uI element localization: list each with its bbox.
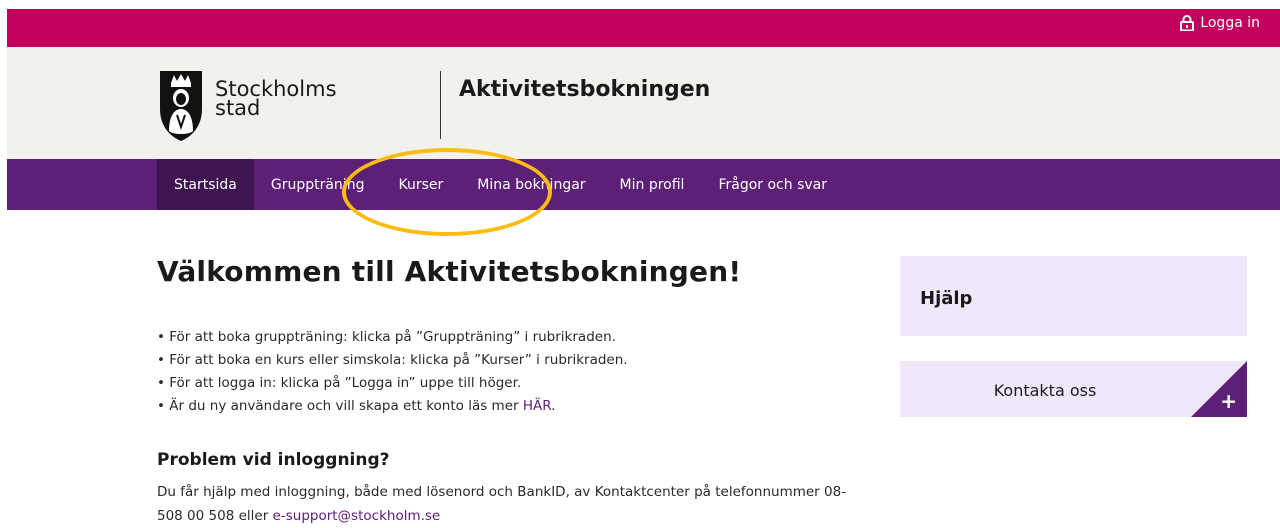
help-title: Hjälp <box>920 288 973 309</box>
nav-item-startsida[interactable]: Startsida <box>157 159 254 210</box>
header-divider <box>440 71 441 139</box>
contact-us-label: Kontakta oss <box>993 381 1097 400</box>
lock-icon <box>1180 15 1195 31</box>
nav-item-fragor-och-svar[interactable]: Frågor och svar <box>701 159 844 210</box>
problem-description: Du får hjälp med inloggning, både med lö… <box>157 484 847 524</box>
contact-corner-decoration <box>1191 361 1247 417</box>
instruction-list: För att boka gruppträning: klicka på ”Gr… <box>157 326 857 418</box>
logo-text-line2: stad <box>215 96 261 120</box>
new-user-text: Är du ny användare och vill skapa ett ko… <box>169 398 523 414</box>
page-title: Välkommen till Aktivitetsbokningen! <box>157 255 742 288</box>
nav-list: Startsida Gruppträning Kurser Mina bokni… <box>157 159 844 210</box>
problem-heading: Problem vid inloggning? <box>157 450 390 470</box>
here-link[interactable]: HÄR <box>523 398 551 414</box>
new-user-text-end: . <box>551 398 556 414</box>
plus-icon: + <box>1220 389 1237 413</box>
stockholm-logo[interactable]: Stockholms stad <box>157 69 337 143</box>
site-title: Aktivitetsbokningen <box>459 77 711 102</box>
main-content: Välkommen till Aktivitetsbokningen! För … <box>157 255 857 528</box>
nav-item-mina-bokningar[interactable]: Mina bokningar <box>460 159 602 210</box>
nav-item-min-profil[interactable]: Min profil <box>603 159 702 210</box>
main-navigation: Startsida Gruppträning Kurser Mina bokni… <box>7 159 1280 210</box>
instruction-item: För att boka gruppträning: klicka på ”Gr… <box>157 326 857 349</box>
contact-us-button[interactable]: Kontakta oss + <box>900 361 1247 417</box>
instruction-item-new-user: Är du ny användare och vill skapa ett ko… <box>157 395 857 418</box>
site-header: Stockholms stad Aktivitetsbokningen <box>7 47 1280 159</box>
login-link[interactable]: Logga in <box>1180 9 1260 37</box>
top-utility-bar: Logga in <box>7 9 1280 47</box>
city-crest-icon <box>160 71 202 141</box>
login-label: Logga in <box>1200 15 1260 31</box>
instruction-item: För att boka en kurs eller simskola: kli… <box>157 349 857 372</box>
nav-item-kurser[interactable]: Kurser <box>381 159 460 210</box>
nav-item-grupptraning[interactable]: Gruppträning <box>254 159 382 210</box>
problem-text: Du får hjälp med inloggning, både med lö… <box>157 480 857 528</box>
help-box: Hjälp <box>900 256 1247 336</box>
support-email-link[interactable]: e-support@stockholm.se <box>273 508 441 524</box>
instruction-item: För att logga in: klicka på ”Logga in” u… <box>157 372 857 395</box>
